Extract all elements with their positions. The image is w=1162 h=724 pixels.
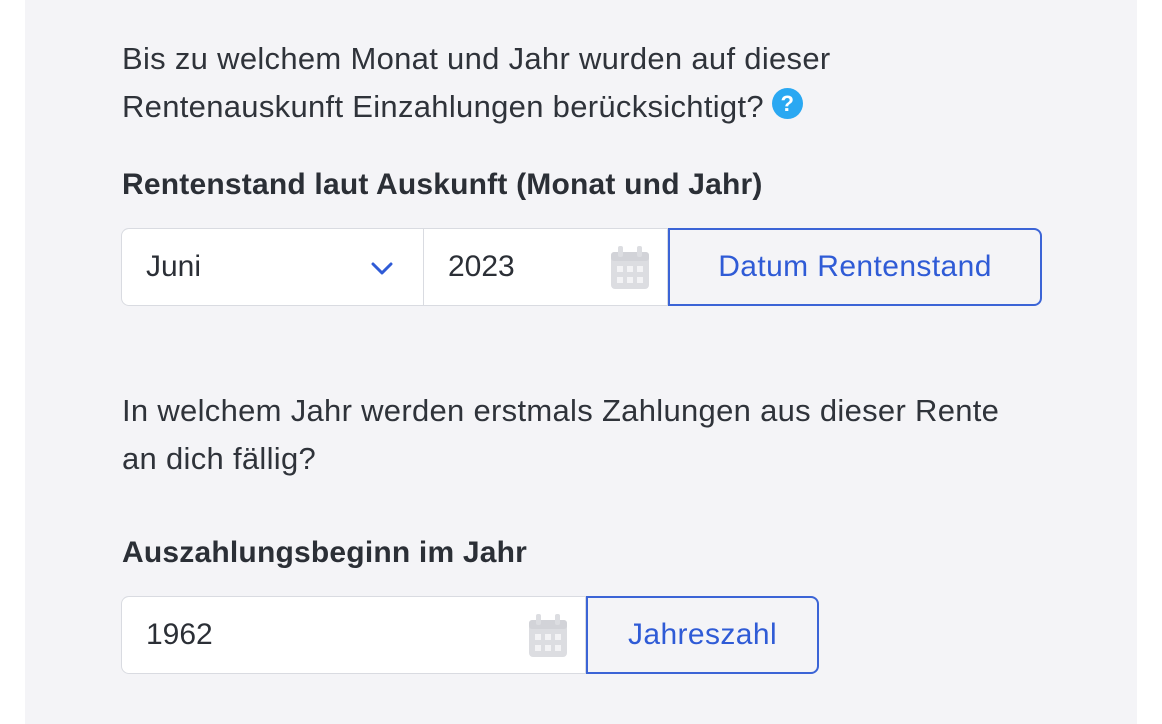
payout-start-year-value: 1962 bbox=[146, 618, 213, 651]
question-pension-status: Bis zu welchem Monat und Jahr wurden auf… bbox=[122, 35, 942, 131]
pension-status-year-input[interactable]: 2023 bbox=[424, 228, 668, 306]
pension-status-label: Rentenstand laut Auskunft (Monat und Jah… bbox=[122, 168, 763, 201]
calendar-icon bbox=[529, 614, 567, 657]
pension-status-input-group: Juni 2023 Datum Rentenstand bbox=[121, 228, 1042, 306]
month-select-value: Juni bbox=[146, 250, 202, 283]
pension-status-year-value: 2023 bbox=[448, 250, 515, 283]
month-select[interactable]: Juni bbox=[121, 228, 424, 306]
payout-start-label: Auszahlungsbeginn im Jahr bbox=[122, 536, 528, 569]
year-button[interactable]: Jahreszahl bbox=[586, 596, 819, 674]
payout-start-input-group: 1962 Jahreszahl bbox=[121, 596, 819, 674]
calendar-icon bbox=[611, 246, 649, 289]
chevron-down-icon bbox=[371, 262, 393, 275]
date-pension-status-button[interactable]: Datum Rentenstand bbox=[668, 228, 1042, 306]
question-circle-icon[interactable]: ? bbox=[771, 88, 803, 119]
payout-start-year-input[interactable]: 1962 bbox=[121, 596, 586, 674]
question-payout-start: In welchem Jahr werden erstmals Zahlunge… bbox=[122, 393, 1000, 476]
question-pension-status-text: Bis zu welchem Monat und Jahr wurden auf… bbox=[122, 41, 831, 124]
